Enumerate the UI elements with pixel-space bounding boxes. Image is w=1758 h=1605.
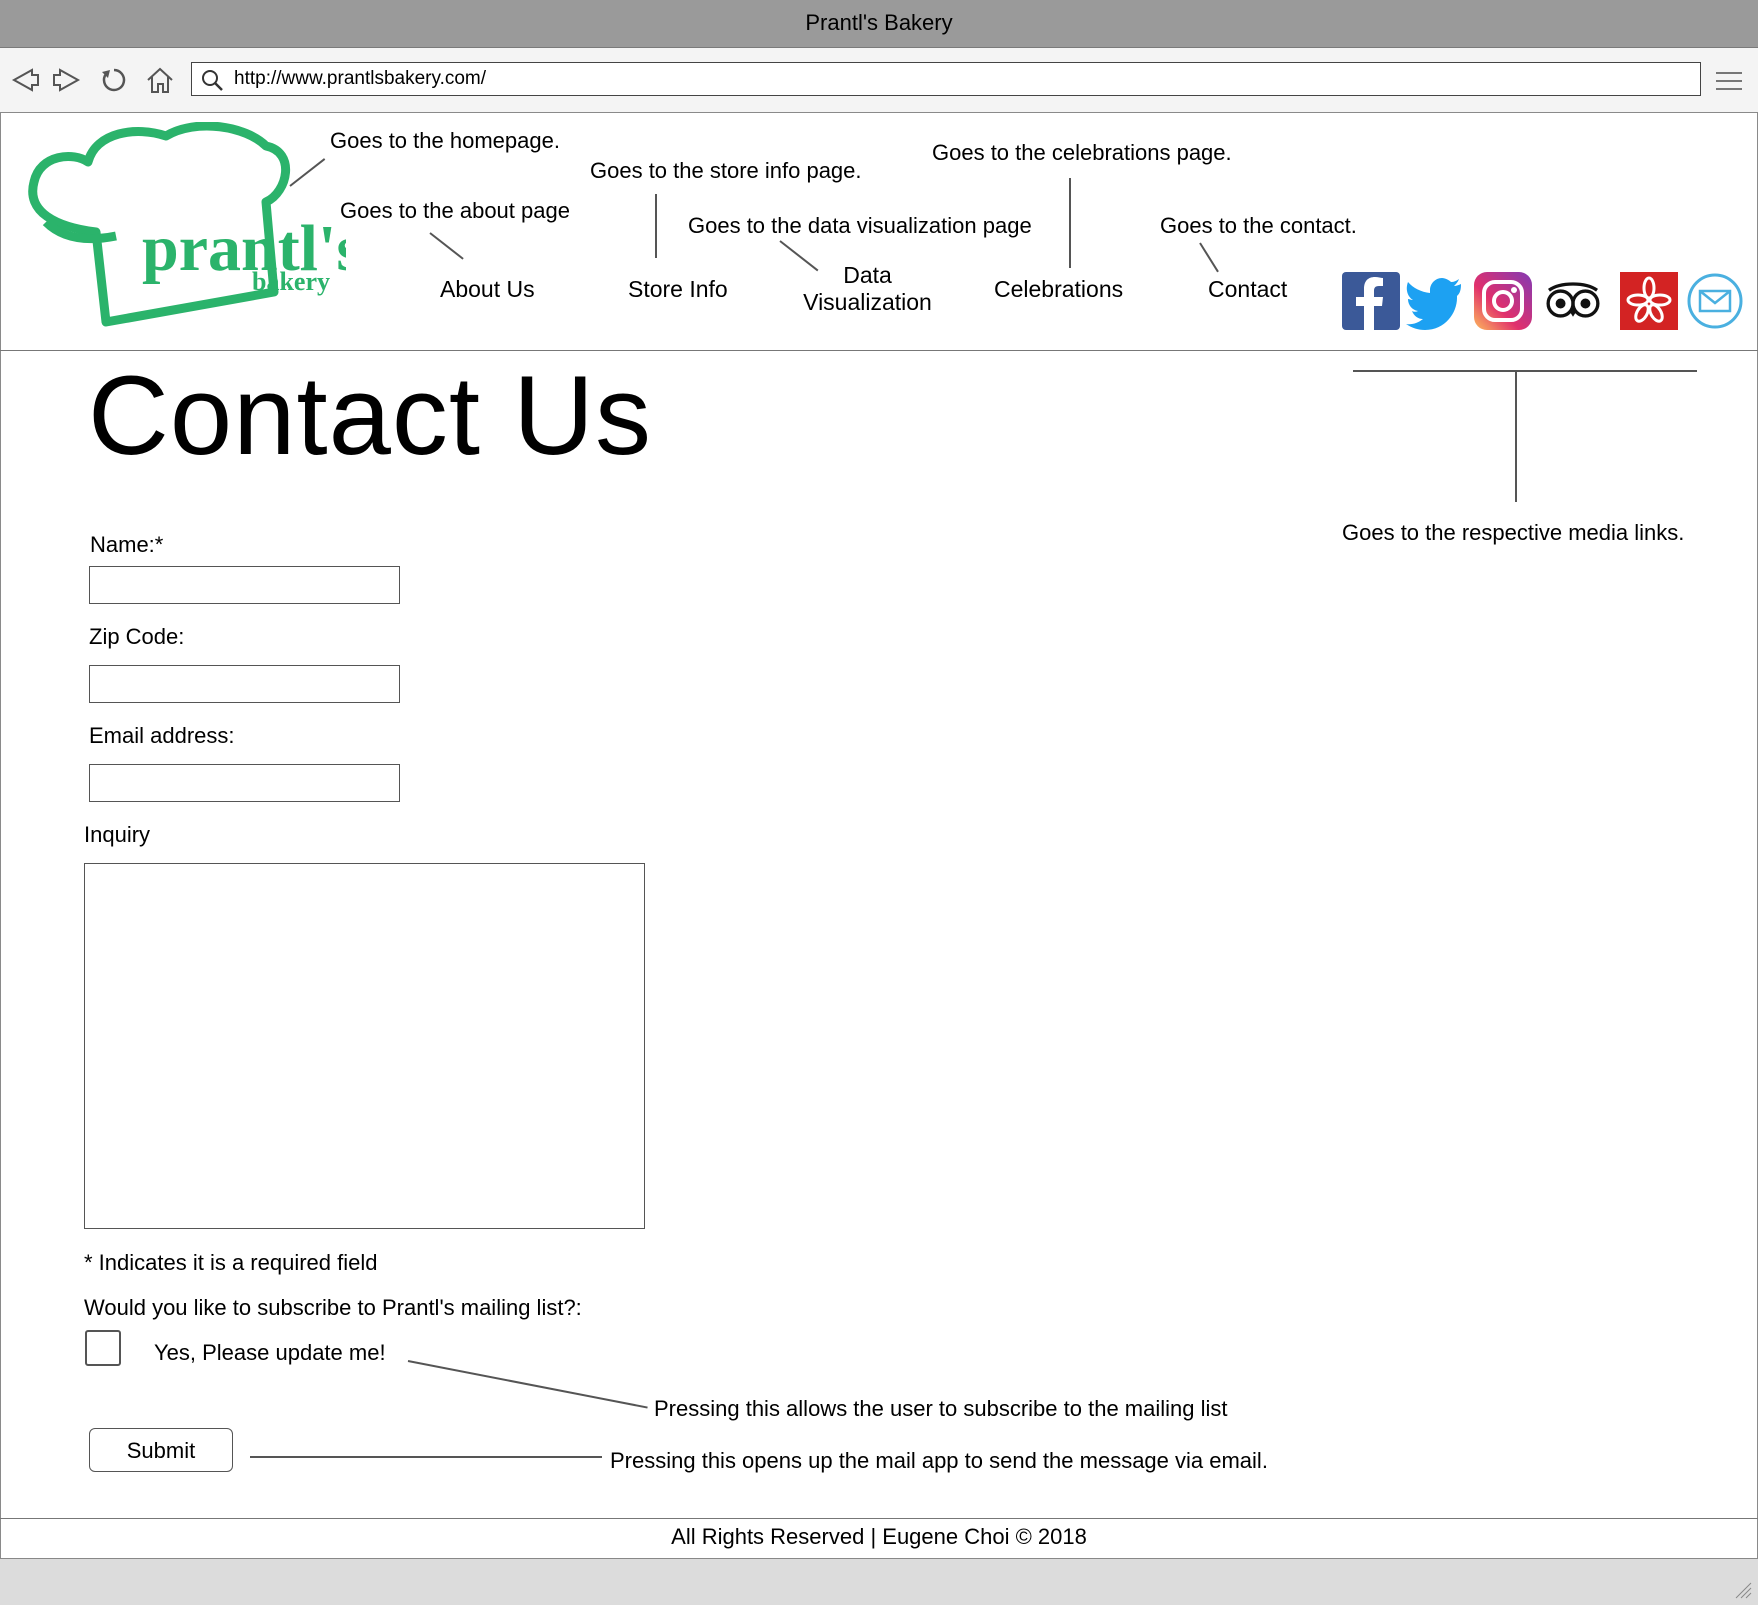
bakery-logo[interactable]: prantl's bakery xyxy=(26,121,362,332)
zip-code-field[interactable] xyxy=(89,665,400,703)
note-store-info: Goes to the store info page. xyxy=(590,158,862,183)
name-field[interactable] xyxy=(89,566,400,604)
instagram-icon[interactable] xyxy=(1474,272,1532,330)
subscribe-question: Would you like to subscribe to Prantl's … xyxy=(84,1295,582,1320)
note-contact: Goes to the contact. xyxy=(1160,213,1357,238)
nav-contact[interactable]: Contact xyxy=(1208,276,1287,303)
nav-store-info[interactable]: Store Info xyxy=(628,276,728,303)
email-icon[interactable] xyxy=(1686,272,1744,330)
logo-sub-text: bakery xyxy=(252,267,330,296)
nav-about-us[interactable]: About Us xyxy=(440,276,535,303)
media-bracket-line xyxy=(1353,370,1697,372)
email-label: Email address: xyxy=(89,723,235,748)
home-icon[interactable] xyxy=(144,64,176,96)
url-text: http://www.prantlsbakery.com/ xyxy=(234,68,487,89)
chef-hat-logo-icon: prantl's bakery xyxy=(28,121,362,327)
required-field-note: * Indicates it is a required field xyxy=(84,1250,378,1275)
window-title: Prantl's Bakery xyxy=(805,10,953,35)
connector-line xyxy=(1069,178,1071,268)
hamburger-menu-icon[interactable] xyxy=(1716,70,1742,92)
note-submit: Pressing this opens up the mail app to s… xyxy=(610,1448,1268,1473)
header-divider xyxy=(0,350,1758,351)
tripadvisor-icon[interactable] xyxy=(1544,272,1602,330)
search-icon xyxy=(202,70,223,91)
note-homepage: Goes to the homepage. xyxy=(330,128,560,153)
nav-data-visualization[interactable]: Data Visualization xyxy=(800,262,935,316)
connector-line xyxy=(250,1456,602,1458)
note-celebrations: Goes to the celebrations page. xyxy=(932,140,1232,165)
note-media-links: Goes to the respective media links. xyxy=(1342,520,1685,545)
back-arrow-icon[interactable] xyxy=(10,64,42,96)
facebook-icon[interactable] xyxy=(1342,272,1400,330)
forward-arrow-icon[interactable] xyxy=(50,64,82,96)
nav-celebrations[interactable]: Celebrations xyxy=(994,276,1123,303)
media-bracket-stem xyxy=(1515,370,1517,502)
page-title: Contact Us xyxy=(88,353,652,478)
email-field[interactable] xyxy=(89,764,400,802)
note-about: Goes to the about page xyxy=(340,198,570,223)
subscribe-checkbox[interactable] xyxy=(85,1330,121,1366)
address-bar[interactable]: http://www.prantlsbakery.com/ xyxy=(191,62,1701,96)
status-bar xyxy=(0,1558,1758,1605)
connector-line xyxy=(655,194,657,258)
zip-code-label: Zip Code: xyxy=(89,624,185,649)
subscribe-option-label: Yes, Please update me! xyxy=(154,1340,386,1365)
reload-icon[interactable] xyxy=(98,64,130,96)
twitter-icon[interactable] xyxy=(1405,272,1463,330)
yelp-icon[interactable] xyxy=(1620,272,1678,330)
nav-data-visualization-line2: Visualization xyxy=(803,289,932,315)
browser-toolbar: http://www.prantlsbakery.com/ xyxy=(0,48,1758,113)
inquiry-label: Inquiry xyxy=(84,822,151,847)
footer-divider xyxy=(0,1518,1758,1519)
footer-copyright: All Rights Reserved | Eugene Choi © 2018 xyxy=(671,1524,1087,1549)
inquiry-textarea[interactable] xyxy=(84,863,645,1229)
note-subscribe: Pressing this allows the user to subscri… xyxy=(654,1396,1228,1421)
resize-grip-icon[interactable] xyxy=(1734,1581,1752,1599)
nav-data-visualization-line1: Data xyxy=(843,262,892,288)
note-data-visualization: Goes to the data visualization page xyxy=(688,213,1032,238)
name-label: Name:* xyxy=(90,532,164,557)
window-title-bar: Prantl's Bakery xyxy=(0,0,1758,48)
submit-button[interactable]: Submit xyxy=(89,1428,233,1472)
